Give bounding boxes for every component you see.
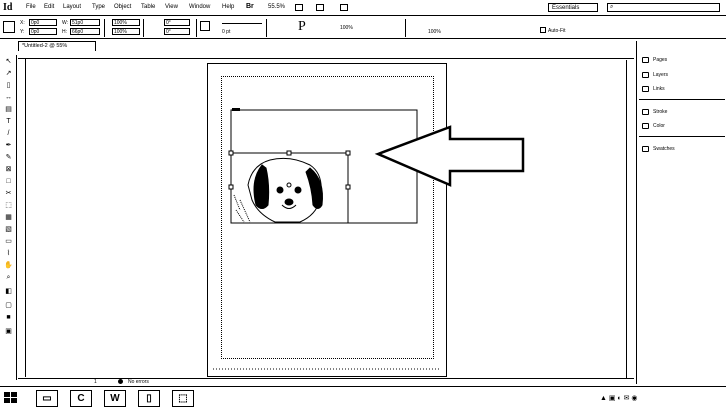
vertical-scrollbar[interactable] — [626, 60, 634, 378]
panel-swatches[interactable]: Swatches — [641, 144, 725, 154]
taskbar-explorer-icon[interactable]: ▭ — [36, 390, 58, 407]
start-button-icon[interactable] — [4, 392, 18, 405]
text-frame-in-port — [232, 108, 240, 111]
taskbar-word-icon[interactable]: W — [104, 390, 126, 407]
links-icon — [642, 86, 649, 92]
taskbar-paint-icon[interactable]: ⬚ — [172, 390, 194, 407]
canvas-drawing — [213, 108, 525, 370]
color-icon — [642, 123, 649, 129]
panel-layers[interactable]: Layers — [641, 70, 725, 80]
panel-separator — [639, 136, 725, 137]
stroke-icon — [642, 109, 649, 115]
status-bar: 1 No errors — [18, 378, 634, 386]
taskbar-indesign-icon[interactable]: ▯ — [138, 390, 160, 407]
panel-links[interactable]: Links — [641, 84, 725, 94]
taskbar: ▭ C W ▯ ⬚ ▲ ▣ ◐ ✉ ◉ — [0, 386, 726, 408]
page-number-field[interactable]: 1 — [94, 379, 97, 385]
panel-swatches-label: Swatches — [653, 146, 675, 152]
placed-image-frame — [228, 150, 351, 224]
panel-pages[interactable]: Pages — [641, 55, 725, 65]
dog-image — [233, 157, 323, 223]
taskbar-chrome-icon[interactable]: C — [70, 390, 92, 407]
panel-color[interactable]: Color — [641, 121, 725, 131]
panel-pages-label: Pages — [653, 57, 668, 63]
swatches-icon — [642, 146, 649, 152]
panel-stroke-label: Stroke — [653, 109, 668, 115]
preflight-status-text: No errors — [128, 379, 149, 385]
layers-icon — [642, 72, 649, 78]
preflight-status-icon[interactable] — [118, 379, 123, 384]
panel-links-label: Links — [653, 86, 665, 92]
panel-separator — [639, 99, 725, 100]
left-arrow-annotation — [374, 125, 525, 187]
panel-color-label: Color — [653, 123, 665, 129]
pages-icon — [642, 57, 649, 63]
panel-layers-label: Layers — [653, 72, 669, 78]
panel-stroke[interactable]: Stroke — [641, 107, 725, 117]
system-tray-icons[interactable]: ▲ ▣ ◐ ✉ ◉ — [600, 394, 638, 402]
panel-dock: Pages Layers Links Stroke Color Swatches — [636, 41, 726, 384]
